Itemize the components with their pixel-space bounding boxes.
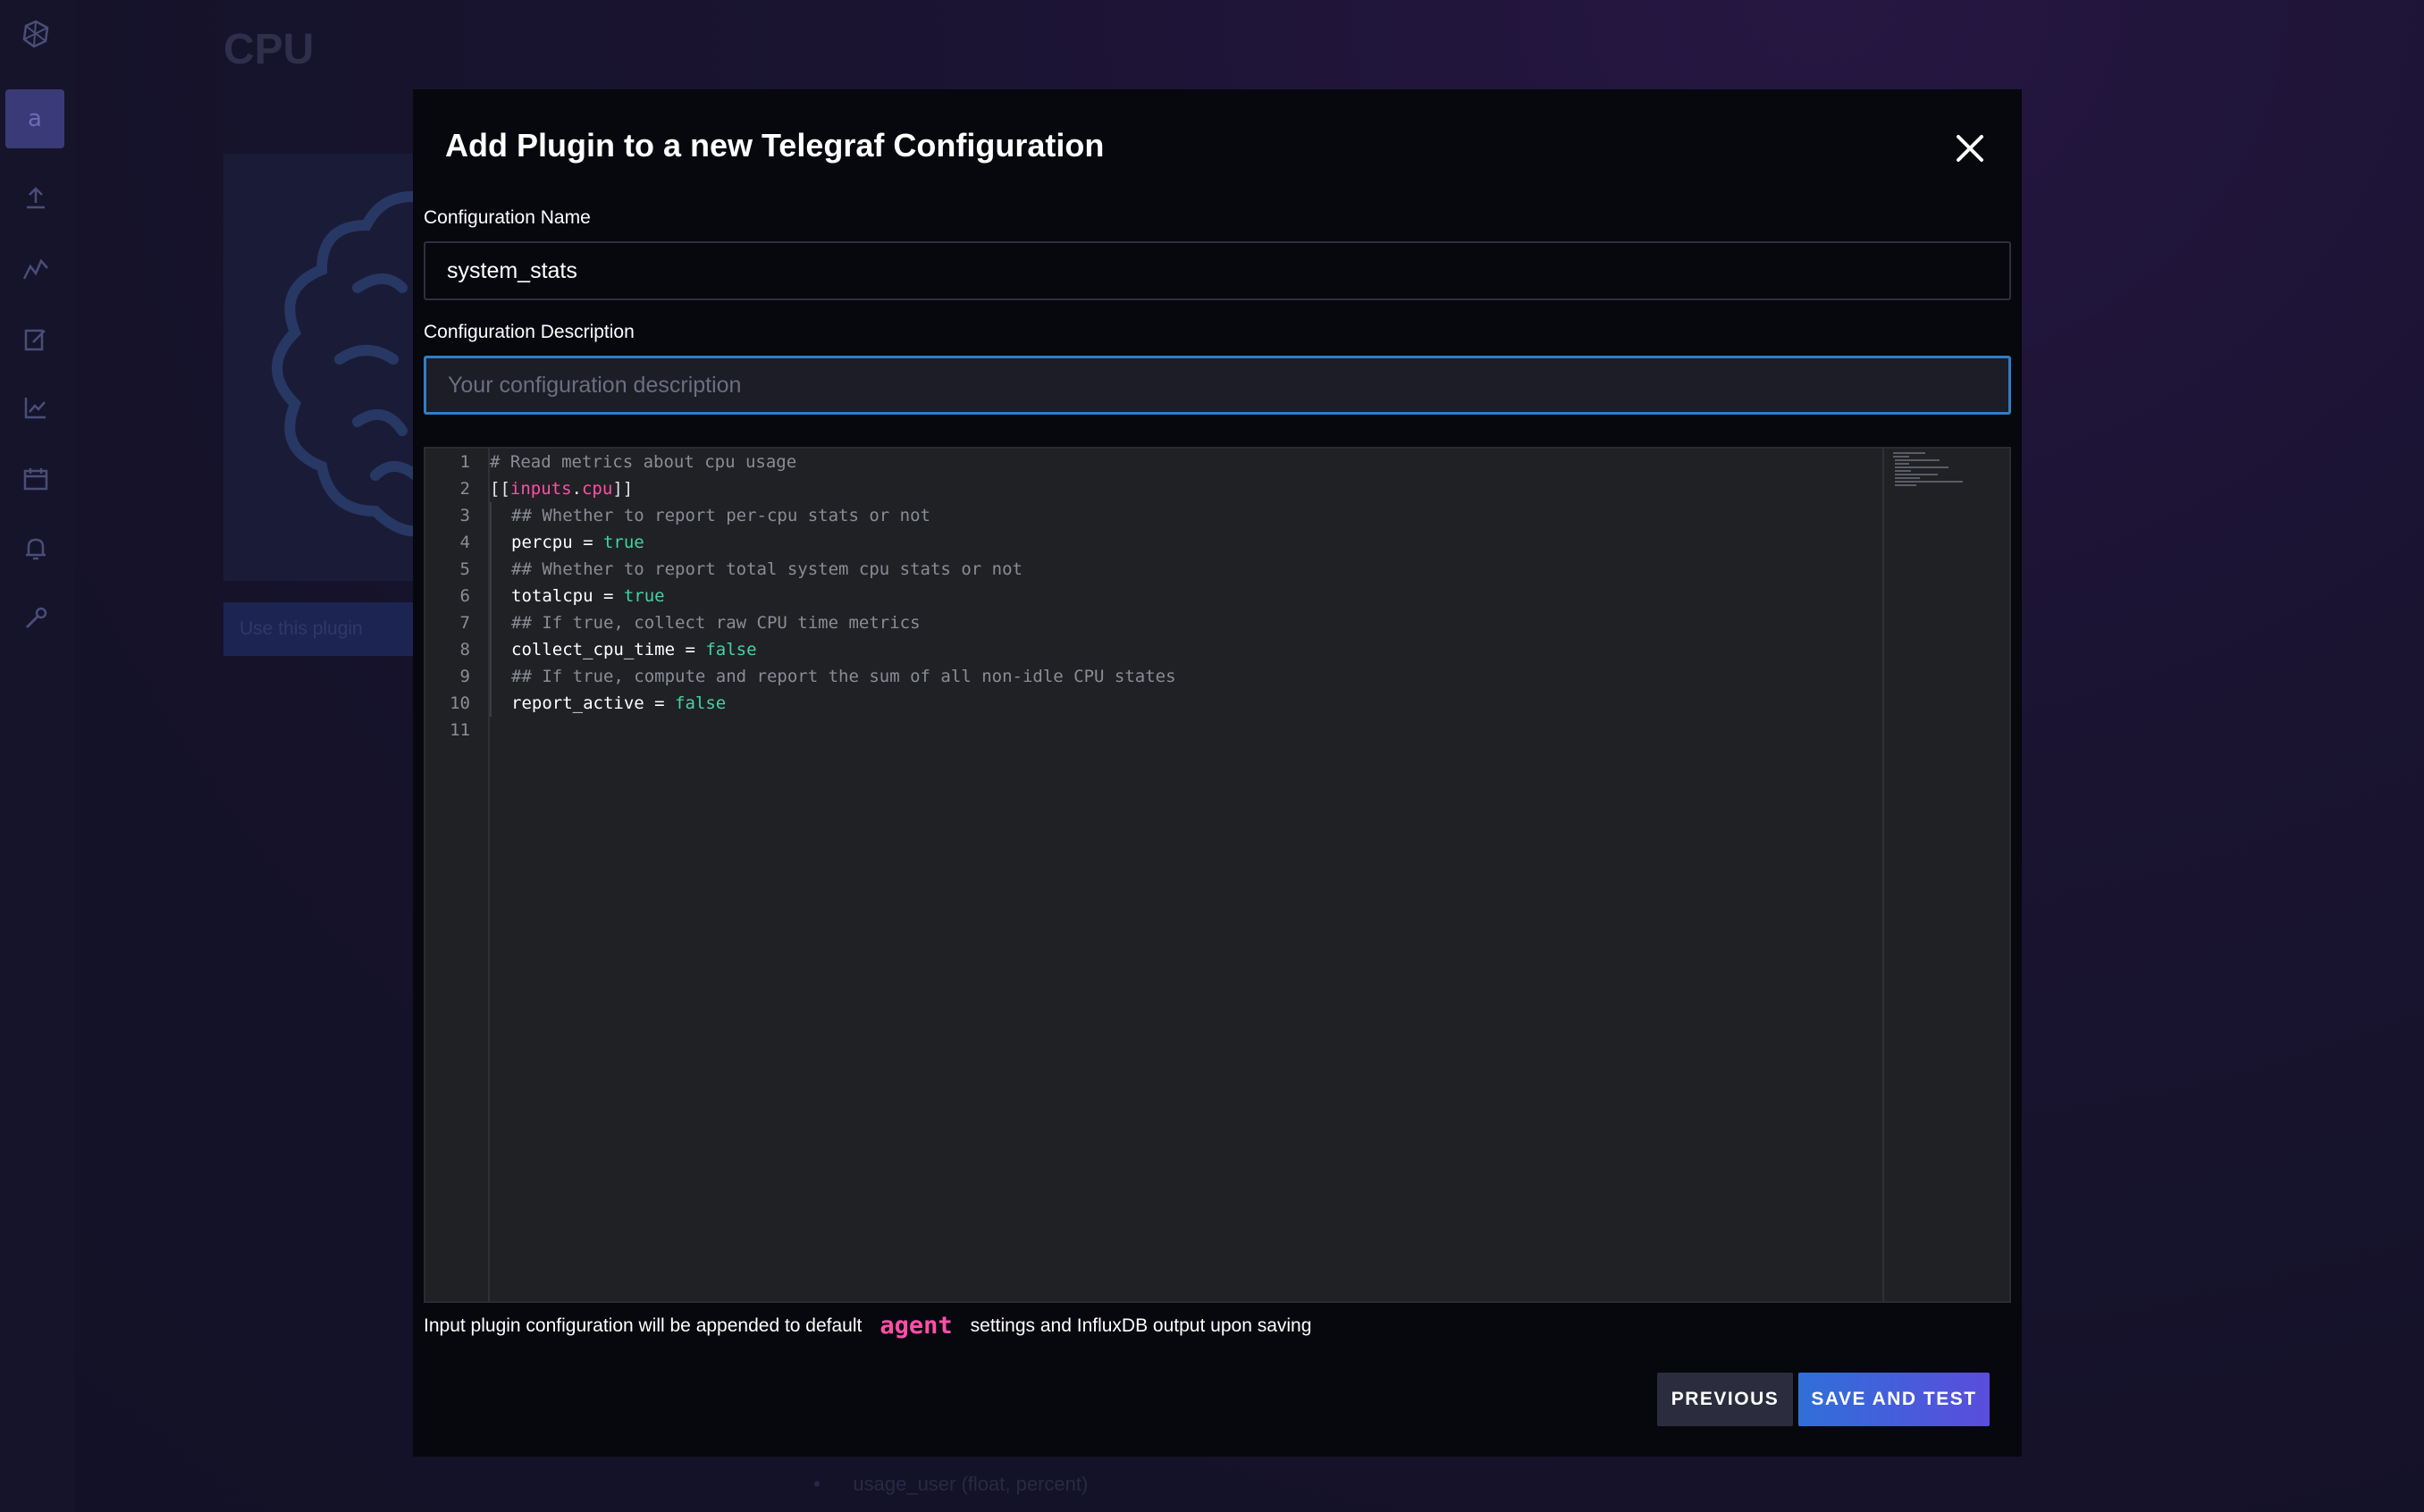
minimap-line bbox=[1895, 481, 1963, 483]
line-number: 9 bbox=[459, 667, 470, 686]
line-number: 2 bbox=[459, 479, 470, 499]
previous-button[interactable]: PREVIOUS bbox=[1657, 1373, 1793, 1426]
minimap-line bbox=[1895, 474, 1938, 475]
org-avatar[interactable]: a bbox=[5, 89, 64, 148]
code-line: collect_cpu_time = false bbox=[490, 636, 757, 663]
influx-logo-icon[interactable] bbox=[18, 16, 54, 52]
line-number: 5 bbox=[459, 559, 470, 579]
telegraf-config-modal: Add Plugin to a new Telegraf Configurati… bbox=[413, 89, 2022, 1457]
dashboards-icon[interactable] bbox=[18, 390, 54, 425]
line-number: 7 bbox=[459, 613, 470, 633]
agent-keyword: agent bbox=[880, 1312, 953, 1340]
close-icon[interactable] bbox=[1947, 125, 1993, 172]
save-and-test-button[interactable]: SAVE AND TEST bbox=[1798, 1373, 1990, 1426]
line-number: 1 bbox=[459, 452, 470, 472]
explore-icon[interactable] bbox=[18, 252, 54, 288]
minimap-line bbox=[1895, 484, 1916, 486]
tasks-icon[interactable] bbox=[18, 461, 54, 497]
minimap-line bbox=[1895, 477, 1920, 479]
line-number: 6 bbox=[459, 586, 470, 606]
code-line: report_active = false bbox=[490, 690, 726, 717]
minimap-line bbox=[1893, 452, 1925, 454]
code-line: ## If true, collect raw CPU time metrics bbox=[490, 609, 921, 636]
config-footnote: Input plugin configuration will be appen… bbox=[424, 1312, 1311, 1340]
code-line: totalcpu = true bbox=[490, 583, 665, 609]
editor-minimap[interactable] bbox=[1882, 449, 2009, 1301]
line-number: 10 bbox=[450, 693, 470, 713]
config-description-label: Configuration Description bbox=[424, 322, 635, 342]
code-line: [[inputs.cpu]] bbox=[490, 479, 634, 499]
config-description-input[interactable] bbox=[424, 356, 2011, 415]
settings-icon[interactable] bbox=[18, 601, 54, 636]
line-number: 8 bbox=[459, 640, 470, 659]
code-line: ## If true, compute and report the sum o… bbox=[490, 663, 1176, 690]
notebook-icon[interactable] bbox=[18, 322, 54, 357]
upload-icon[interactable] bbox=[18, 181, 54, 216]
minimap-line bbox=[1895, 463, 1909, 465]
code-line: # Read metrics about cpu usage bbox=[490, 452, 797, 472]
line-number: 11 bbox=[450, 720, 470, 740]
code-line: ## Whether to report per-cpu stats or no… bbox=[490, 502, 930, 529]
line-number-gutter: 1 2 3 4 5 6 7 8 9 10 11 bbox=[425, 449, 490, 1301]
footnote-prefix: Input plugin configuration will be appen… bbox=[424, 1315, 863, 1336]
code-line: ## Whether to report total system cpu st… bbox=[490, 556, 1023, 583]
config-name-input[interactable] bbox=[424, 241, 2011, 300]
footnote-suffix: settings and InfluxDB output upon saving bbox=[970, 1315, 1312, 1336]
minimap-line bbox=[1895, 466, 1948, 468]
config-code-editor[interactable]: 1 2 3 4 5 6 7 8 9 10 11 # Read metrics a… bbox=[424, 447, 2011, 1303]
line-number: 4 bbox=[459, 533, 470, 552]
code-line: percpu = true bbox=[490, 529, 644, 556]
modal-title: Add Plugin to a new Telegraf Configurati… bbox=[445, 127, 1105, 164]
minimap-line bbox=[1895, 470, 1911, 472]
config-name-label: Configuration Name bbox=[424, 207, 591, 228]
sidebar: a bbox=[0, 0, 75, 1512]
alerts-icon[interactable] bbox=[18, 531, 54, 567]
line-number: 3 bbox=[459, 506, 470, 525]
minimap-line bbox=[1895, 459, 1940, 461]
minimap-line bbox=[1893, 456, 1909, 458]
